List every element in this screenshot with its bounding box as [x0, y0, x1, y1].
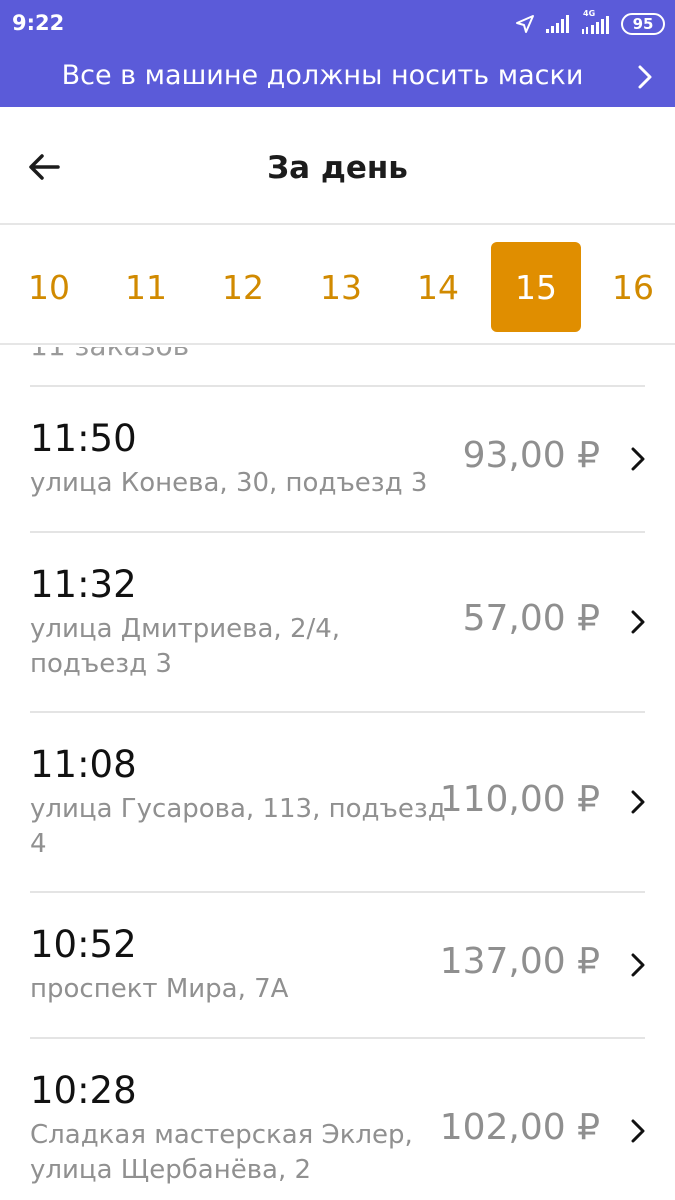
mask-banner[interactable]: Все в машине должны носить маски	[0, 48, 675, 107]
signal-4g-icon: 4G	[581, 9, 611, 36]
order-time: 10:52	[30, 923, 137, 966]
chevron-right-icon	[627, 1115, 649, 1147]
order-row[interactable]: 11:50 улица Конева, 30, подъезд 3 93,00 …	[0, 387, 675, 531]
battery-level: 95	[632, 15, 654, 33]
order-address: улица Дмитриева, 2/4, подъезд 3	[30, 614, 341, 679]
order-time: 11:50	[30, 417, 137, 460]
order-price: 102,00 ₽	[439, 1107, 600, 1148]
order-row[interactable]: 10:52 проспект Мира, 7А 137,00 ₽	[0, 893, 675, 1037]
chevron-right-icon	[627, 786, 649, 818]
date-tab[interactable]: 14	[393, 242, 483, 332]
order-row[interactable]: 10:28 Сладкая мастерская Эклер, улица Ще…	[0, 1039, 675, 1200]
chevron-right-icon	[637, 64, 653, 94]
order-row[interactable]: 11:08 улица Гусарова, 113, подъезд 4 110…	[0, 713, 675, 891]
order-time: 11:32	[30, 563, 137, 606]
chevron-right-icon	[627, 949, 649, 981]
order-address: улица Гусарова, 113, подъезд 4	[30, 794, 446, 859]
orders-list[interactable]: 11 заказов 11:50 улица Конева, 30, подъе…	[0, 347, 675, 1200]
app-header: За день	[0, 107, 675, 225]
battery-icon: 95	[621, 13, 665, 35]
date-tab[interactable]: 12	[198, 242, 288, 332]
order-price: 137,00 ₽	[439, 941, 600, 982]
status-bar: 9:22 4G 95	[0, 0, 675, 48]
status-time: 9:22	[12, 11, 65, 35]
date-tab-selected[interactable]: 15	[491, 242, 581, 332]
date-tab[interactable]: 16	[588, 242, 675, 332]
order-time: 11:08	[30, 743, 137, 786]
status-icons: 4G 95	[515, 9, 665, 38]
order-price: 93,00 ₽	[462, 435, 600, 476]
signal-icon	[545, 14, 571, 34]
chevron-right-icon	[627, 606, 649, 638]
date-tab[interactable]: 10	[4, 242, 94, 332]
order-row[interactable]: 11:32 улица Дмитриева, 2/4, подъезд 3 57…	[0, 533, 675, 711]
banner-text: Все в машине должны носить маски	[61, 60, 584, 91]
top-bar: 9:22 4G 95 Все в машине должны носить ма…	[0, 0, 675, 107]
order-price: 110,00 ₽	[439, 779, 600, 820]
date-selector: 10 11 12 13 14 15 16	[0, 227, 675, 345]
orders-count-partial: 11 заказов	[30, 347, 189, 362]
order-address: улица Конева, 30, подъезд 3	[30, 468, 428, 498]
date-tab[interactable]: 13	[296, 242, 386, 332]
page-title: За день	[267, 150, 408, 186]
location-arrow-icon	[515, 14, 535, 34]
date-tab[interactable]: 11	[101, 242, 191, 332]
order-address: проспект Мира, 7А	[30, 974, 289, 1004]
order-time: 10:28	[30, 1069, 137, 1112]
order-address: Сладкая мастерская Эклер, улица Щербанёв…	[30, 1120, 413, 1185]
chevron-right-icon	[627, 443, 649, 475]
order-price: 57,00 ₽	[462, 598, 600, 639]
